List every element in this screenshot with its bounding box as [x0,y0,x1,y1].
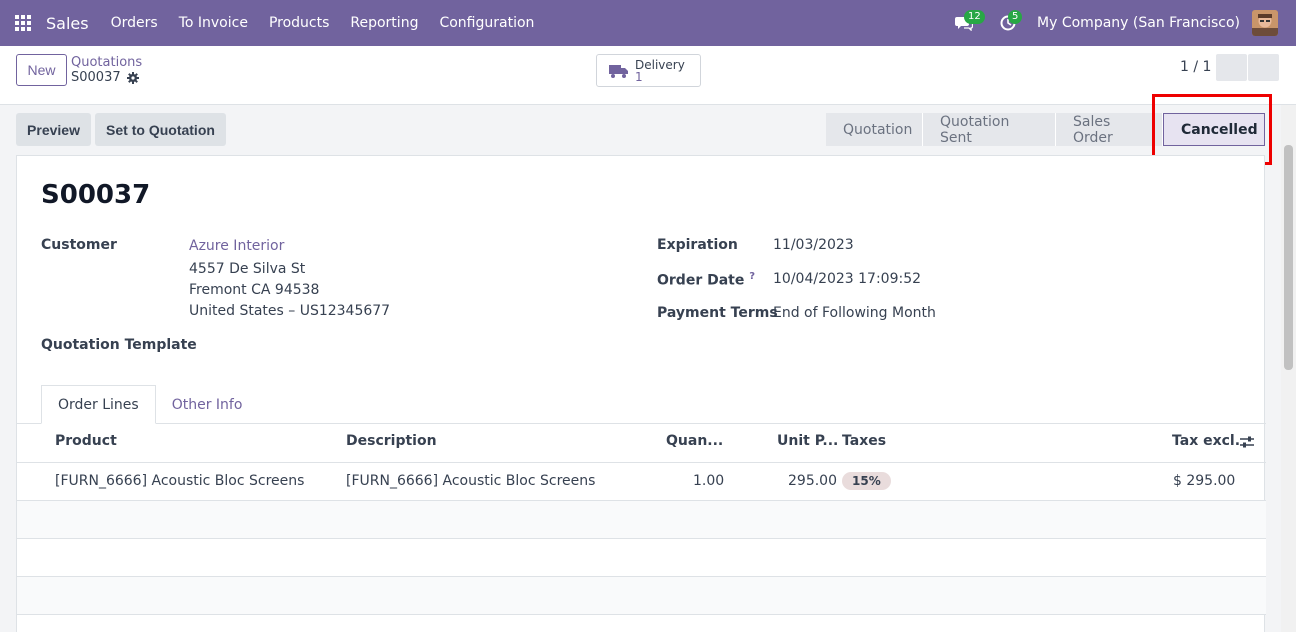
payment-terms-field[interactable]: End of Following Month [773,305,936,321]
row-product[interactable]: [FURN_6666] Acoustic Bloc Screens [55,473,304,489]
order-date-label: Order Date ? [657,271,755,289]
messages-button[interactable]: 12 [949,8,985,38]
gear-icon[interactable] [126,71,139,84]
order-date-field[interactable]: 10/04/2023 17:09:52 [773,271,921,287]
record-title: S00037 [41,180,151,210]
scrollbar-thumb[interactable] [1284,145,1293,370]
empty-row [17,577,1266,615]
notebook-tabs: Order Lines Other Info [41,385,258,424]
customer-link[interactable]: Azure Interior [189,238,284,254]
tab-other-info[interactable]: Other Info [156,385,259,424]
menu-to-invoice[interactable]: To Invoice [179,15,248,31]
app-brand[interactable]: Sales [46,14,89,33]
row-quantity[interactable]: 1.00 [693,473,724,489]
order-date-label-text: Order Date [657,272,745,289]
row-description[interactable]: [FURN_6666] Acoustic Bloc Screens [346,473,595,489]
apps-menu-icon[interactable] [0,0,46,46]
stage-sales-order[interactable]: Sales Order [1056,113,1163,146]
pager-previous-button[interactable] [1216,54,1247,81]
page-scrollbar[interactable] [1281,105,1296,632]
customer-label: Customer [41,237,117,253]
tab-order-lines[interactable]: Order Lines [41,385,156,424]
row-unit-price[interactable]: 295.00 [788,473,837,489]
user-avatar[interactable] [1252,10,1278,36]
stage-quotation[interactable]: Quotation [826,113,923,146]
stage-quotation-sent[interactable]: Quotation Sent [923,113,1056,146]
column-quantity[interactable]: Quan... [666,433,723,449]
menu-orders[interactable]: Orders [111,15,158,31]
column-description[interactable]: Description [346,433,437,449]
column-taxes[interactable]: Taxes [842,433,886,449]
payment-terms-label: Payment Terms [657,305,778,321]
menu-reporting[interactable]: Reporting [350,15,418,31]
row-divider [17,614,1266,615]
row-subtotal: $ 295.00 [1173,473,1236,489]
breadcrumb-current: S00037 [71,70,139,85]
delivery-label: Delivery [635,57,685,72]
truck-icon [609,64,628,78]
company-switcher[interactable]: My Company (San Francisco) [1037,15,1240,31]
avatar-image-icon [1252,10,1278,36]
column-unit-price[interactable]: Unit P... [777,433,838,449]
expiration-label: Expiration [657,237,738,253]
empty-row [17,539,1266,577]
preview-button[interactable]: Preview [16,113,91,146]
header-divider [17,462,1266,463]
optional-columns-icon[interactable] [1239,435,1255,449]
form-sheet: S00037 Customer Azure Interior 4557 De S… [16,155,1266,632]
set-to-quotation-button[interactable]: Set to Quotation [95,113,226,146]
activities-count-badge: 5 [1008,10,1023,24]
menu-products[interactable]: Products [269,15,329,31]
help-icon[interactable]: ? [749,271,755,282]
menu-configuration[interactable]: Configuration [439,15,534,31]
breadcrumb-current-label: S00037 [71,70,121,85]
quotation-template-label: Quotation Template [41,337,197,353]
delivery-count: 1 [635,69,643,84]
new-button[interactable]: New [16,54,67,86]
breadcrumb-quotations[interactable]: Quotations [71,55,142,70]
top-navbar: Sales Orders To Invoice Products Reporti… [0,0,1296,46]
empty-row [17,501,1266,539]
address-line-3: United States – US12345677 [189,303,391,319]
pager-value[interactable]: 1 / 1 [1180,59,1211,75]
control-panel: New Quotations S00037 Delivery 1 1 / 1 [0,46,1296,105]
address-line-2: Fremont CA 94538 [189,282,320,298]
delivery-smart-button[interactable]: Delivery 1 [596,54,701,87]
pager-next-button[interactable] [1248,54,1279,81]
column-tax-excl[interactable]: Tax excl. [1172,433,1240,449]
activities-button[interactable]: 5 [993,8,1023,38]
tax-badge: 15% [842,472,891,490]
messages-count-badge: 12 [964,10,985,24]
expiration-field[interactable]: 11/03/2023 [773,237,854,253]
address-line-1: 4557 De Silva St [189,261,306,277]
column-product[interactable]: Product [55,433,117,449]
